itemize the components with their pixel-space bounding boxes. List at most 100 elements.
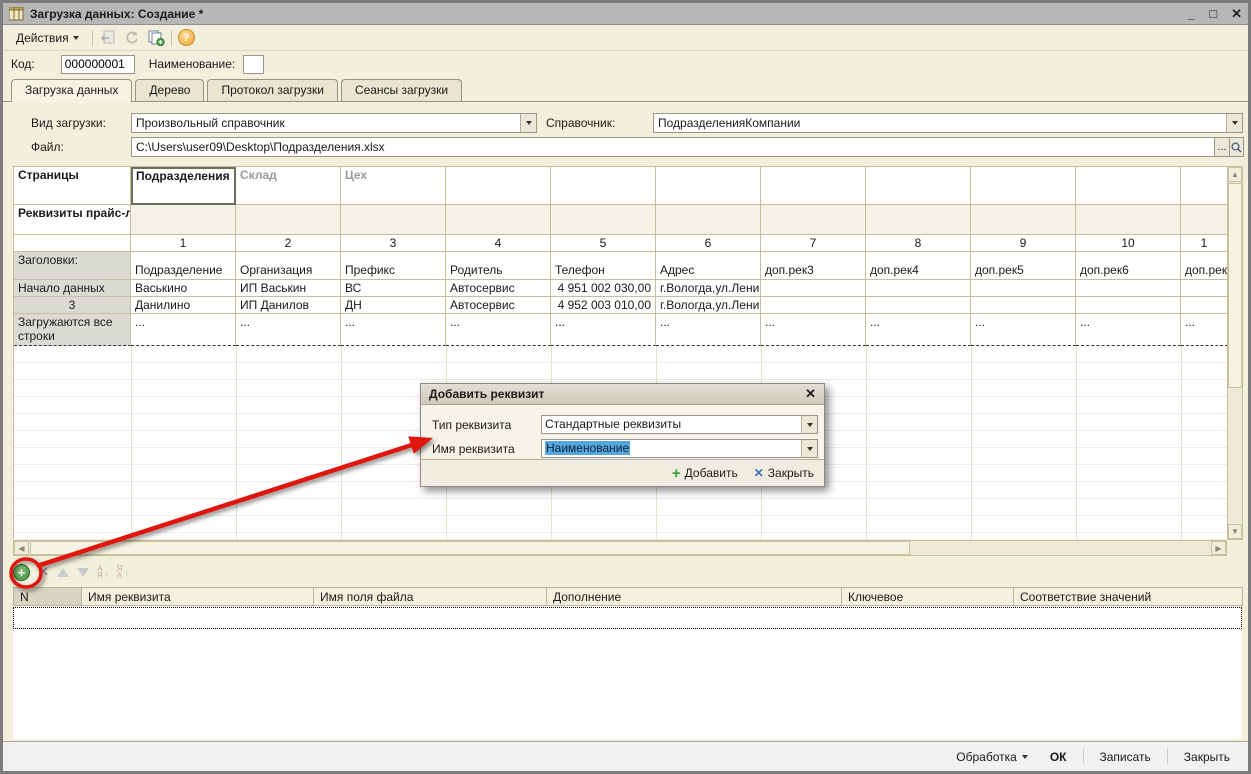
catalog-combobox[interactable]: ПодразделенияКомпании	[653, 113, 1243, 133]
sheet-header-cell[interactable]: доп.рек3	[761, 252, 866, 280]
delete-icon[interactable]: ✕	[38, 564, 49, 580]
sheet-allrows-label[interactable]: Загружаются все строки	[14, 314, 131, 346]
dialog-close-icon[interactable]: ✕	[805, 386, 816, 402]
sheet-cell[interactable]: ВС	[341, 280, 446, 297]
sheet-cell[interactable]	[446, 205, 551, 235]
sheet-cell[interactable]	[1181, 280, 1227, 297]
scroll-left-icon[interactable]: ◀	[14, 541, 29, 555]
tab-load-data[interactable]: Загрузка данных	[11, 79, 132, 102]
mapping-empty-row[interactable]	[13, 607, 1242, 629]
load-kind-combobox[interactable]: Произвольный справочник	[131, 113, 537, 133]
sheet-cell[interactable]	[1076, 205, 1181, 235]
sheet-cell[interactable]	[236, 205, 341, 235]
sheet-header-cell[interactable]: Телефон	[551, 252, 656, 280]
mapping-column-1[interactable]: N	[14, 587, 82, 606]
sheet-page-3[interactable]: Цех	[341, 167, 446, 205]
sheet-header-cell[interactable]: Организация	[236, 252, 341, 280]
scroll-right-icon[interactable]: ▶	[1211, 541, 1226, 555]
sort-desc-icon[interactable]: ЯА	[117, 565, 123, 579]
sheet-cell[interactable]	[1181, 205, 1227, 235]
ok-button[interactable]: ОК	[1044, 747, 1073, 767]
sheet-cell[interactable]: ...	[971, 314, 1076, 346]
dropdown-button[interactable]	[1226, 114, 1242, 132]
sheet-cell[interactable]: 4 952 003 010,00	[551, 297, 656, 314]
sheet-cell[interactable]: ...	[131, 314, 236, 346]
sort-asc-icon[interactable]: АЯ	[97, 565, 103, 579]
vertical-scroll-thumb[interactable]	[1228, 183, 1242, 388]
mapping-column-3[interactable]: Имя поля файла	[314, 587, 547, 606]
dialog-close-button[interactable]: ✕ Закрыть	[754, 466, 814, 480]
sheet-header-cell[interactable]: Родитель	[446, 252, 551, 280]
maximize-button[interactable]: □	[1209, 6, 1217, 22]
sheet-cell[interactable]: ...	[551, 314, 656, 346]
browse-button[interactable]: ...	[1214, 137, 1230, 157]
sheet-cell[interactable]	[866, 205, 971, 235]
reread-icon[interactable]	[99, 29, 117, 47]
new-from-copy-icon[interactable]	[147, 29, 165, 47]
sheet-cell[interactable]	[1076, 297, 1181, 314]
sheet-cell[interactable]	[761, 280, 866, 297]
add-button[interactable]: + Добавить	[672, 465, 738, 482]
sheet-cell[interactable]: Данилино	[131, 297, 236, 314]
sheet-cell[interactable]	[866, 297, 971, 314]
sheet-cell[interactable]: ...	[236, 314, 341, 346]
sheet-header-cell[interactable]: доп.рек5	[971, 252, 1076, 280]
move-down-icon[interactable]	[77, 568, 89, 577]
horizontal-scroll-thumb[interactable]	[30, 541, 910, 555]
sheet-cell[interactable]: ...	[761, 314, 866, 346]
scroll-down-icon[interactable]: ▼	[1228, 524, 1242, 539]
sheet-row-label[interactable]: Начало данных	[14, 280, 131, 297]
save-button[interactable]: Записать	[1094, 747, 1157, 767]
sheet-cell[interactable]: ...	[1181, 314, 1227, 346]
sheet-cell[interactable]: ...	[1076, 314, 1181, 346]
dropdown-button[interactable]	[520, 114, 536, 132]
sheet-cell[interactable]: г.Вологда,ул.Ленина,д.7	[656, 280, 761, 297]
sheet-cell[interactable]	[971, 205, 1076, 235]
close-button[interactable]: ✕	[1231, 6, 1242, 22]
code-input[interactable]	[61, 55, 135, 74]
sheet-row-label[interactable]: 3	[14, 297, 131, 314]
sheet-header-cell[interactable]: Адрес	[656, 252, 761, 280]
sheet-cell[interactable]	[761, 297, 866, 314]
horizontal-scrollbar[interactable]: ◀ ▶	[13, 540, 1227, 556]
sheet-headers-label[interactable]: Заголовки:	[14, 252, 131, 280]
sheet-header-cell[interactable]: доп.рек7	[1181, 252, 1227, 280]
sheet-cell[interactable]	[131, 205, 236, 235]
sheet-header-cell[interactable]: доп.рек6	[1076, 252, 1181, 280]
mapping-column-5[interactable]: Ключевое	[842, 587, 1014, 606]
mapping-column-6[interactable]: Соответствие значений	[1014, 587, 1243, 606]
tab-tree[interactable]: Дерево	[135, 79, 204, 101]
sheet-cell[interactable]: Васькино	[131, 280, 236, 297]
scroll-up-icon[interactable]: ▲	[1228, 167, 1242, 182]
sheet-header-cell[interactable]: доп.рек4	[866, 252, 971, 280]
refresh-icon[interactable]	[123, 29, 141, 47]
attribute-name-combobox[interactable]: Наименование	[541, 439, 818, 458]
sheet-cell[interactable]: 4 951 002 030,00	[551, 280, 656, 297]
dropdown-button[interactable]	[801, 416, 817, 433]
sheet-cell[interactable]	[656, 205, 761, 235]
attribute-type-combobox[interactable]: Стандартные реквизиты	[541, 415, 818, 434]
mapping-column-4[interactable]: Дополнение	[547, 587, 842, 606]
mapping-column-2[interactable]: Имя реквизита	[82, 587, 314, 606]
processing-menu-button[interactable]: Обработка	[950, 747, 1034, 767]
file-input[interactable]: C:\Users\user09\Desktop\Подразделения.xl…	[131, 137, 1215, 157]
sheet-cell[interactable]	[866, 280, 971, 297]
sheet-header-cell[interactable]: Префикс	[341, 252, 446, 280]
sheet-cell[interactable]	[1181, 297, 1227, 314]
sheet-cell[interactable]	[551, 205, 656, 235]
sheet-cell[interactable]	[761, 205, 866, 235]
sheet-header-cell[interactable]: Подразделение	[131, 252, 236, 280]
vertical-scrollbar[interactable]: ▲ ▼	[1227, 166, 1243, 540]
add-attribute-icon[interactable]: +	[13, 564, 30, 581]
name-input[interactable]	[243, 55, 264, 74]
sheet-page-1[interactable]: Подразделения	[131, 167, 236, 205]
sheet-cell[interactable]: ИП Данилов	[236, 297, 341, 314]
sheet-cell[interactable]: Автосервис	[446, 280, 551, 297]
minimize-button[interactable]: _	[1188, 6, 1195, 22]
sheet-cell[interactable]: ...	[341, 314, 446, 346]
sheet-cell[interactable]: Автосервис	[446, 297, 551, 314]
move-up-icon[interactable]	[57, 568, 69, 577]
actions-menu-button[interactable]: Действия	[9, 28, 86, 48]
search-icon[interactable]	[1229, 137, 1244, 157]
help-icon[interactable]: ?	[178, 29, 195, 46]
